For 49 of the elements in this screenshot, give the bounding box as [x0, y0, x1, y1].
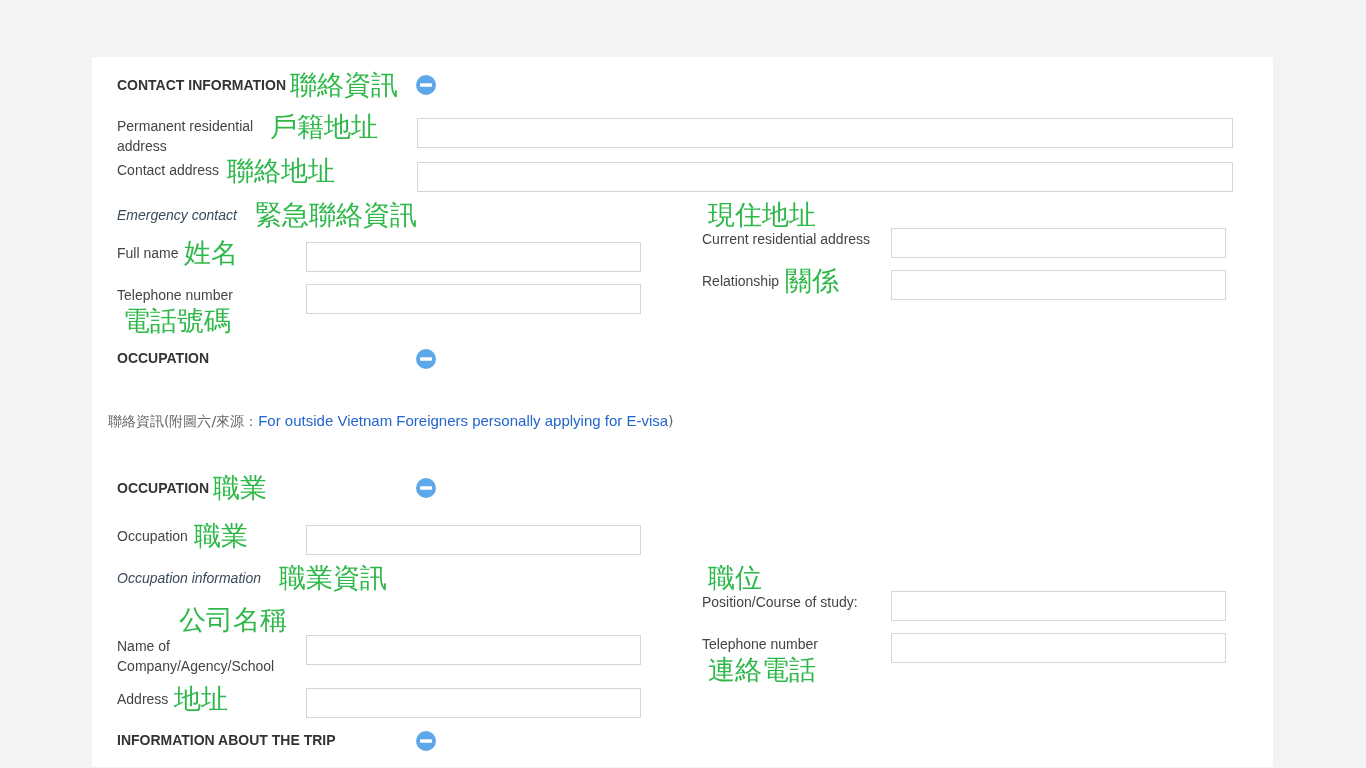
- text-field[interactable]: [306, 525, 641, 555]
- field-label: Position/Course of study:: [702, 593, 858, 612]
- subsection-heading: Occupation information: [117, 568, 261, 588]
- text-field[interactable]: [306, 284, 641, 314]
- annotation: 戶籍地址: [270, 112, 378, 142]
- text-field[interactable]: [891, 228, 1226, 258]
- source-link[interactable]: For outside Vietnam Foreigners personally applying for E-visa: [258, 412, 669, 429]
- collapse-icon[interactable]: [416, 478, 436, 498]
- field-label: Name of Company/Agency/School: [117, 637, 276, 676]
- annotation: 公司名稱: [179, 605, 288, 635]
- collapse-icon[interactable]: [416, 348, 436, 369]
- section-heading: OCCUPATION: [117, 478, 210, 498]
- text-field[interactable]: [891, 633, 1226, 663]
- collapse-icon[interactable]: [416, 75, 436, 95]
- field-label: Full name: [117, 244, 179, 263]
- annotation: 職位: [708, 563, 763, 593]
- annotation: 現住地址: [708, 200, 817, 230]
- figure-caption: 聯絡資訊(附圖六/來源：For outside Vietnam Foreigners personally applying for E-visa): [108, 413, 674, 429]
- annotation: 電話號碼: [123, 306, 232, 336]
- text-field[interactable]: [306, 635, 641, 665]
- annotation: 職業: [193, 521, 248, 551]
- annotation: 聯絡資訊: [290, 70, 398, 100]
- text-field[interactable]: [417, 118, 1233, 148]
- section-heading: INFORMATION ABOUT THE TRIP: [117, 731, 336, 750]
- field-label: Contact address: [117, 161, 219, 180]
- field-label: Occupation: [117, 527, 188, 546]
- text-field[interactable]: [306, 242, 641, 272]
- field-label: Relationship: [702, 272, 780, 291]
- field-label: Telephone number: [117, 286, 233, 305]
- annotation: 職業資訊: [278, 563, 387, 593]
- field-label: Address: [117, 690, 169, 709]
- annotation: 職業: [213, 473, 268, 503]
- field-label: Permanent residential address: [117, 117, 255, 156]
- field-label: Telephone number: [702, 635, 818, 654]
- annotation: 地址: [174, 684, 229, 714]
- annotation: 緊急聯絡資訊: [254, 200, 417, 230]
- section-heading: OCCUPATION: [117, 349, 210, 368]
- text-field[interactable]: [891, 270, 1226, 300]
- annotation: 聯絡地址: [226, 156, 335, 186]
- annotation: 連絡電話: [708, 655, 817, 685]
- text-field[interactable]: [306, 688, 641, 718]
- text-field[interactable]: [891, 591, 1226, 621]
- annotation: 姓名: [184, 238, 239, 268]
- collapse-icon[interactable]: [416, 730, 436, 751]
- field-label: Current residential address: [702, 230, 871, 249]
- annotation: 關係: [785, 266, 840, 296]
- section-heading: CONTACT INFORMATION: [117, 75, 286, 95]
- text-field[interactable]: [417, 162, 1233, 192]
- subsection-heading: Emergency contact: [117, 205, 237, 225]
